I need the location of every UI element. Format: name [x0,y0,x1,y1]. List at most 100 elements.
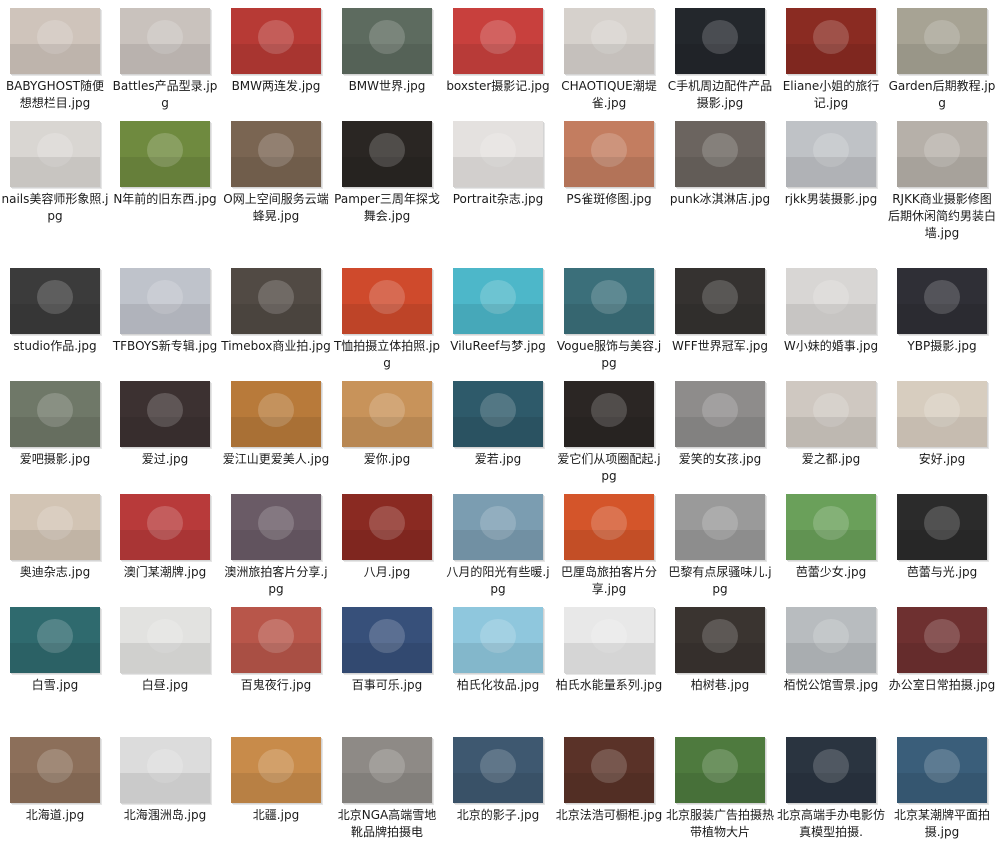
file-name[interactable]: 巴厘岛旅拍客片分享.jpg [554,564,664,598]
file-name[interactable]: 百事可乐.jpg [332,677,442,694]
file-name[interactable]: 爱江山更爱美人.jpg [221,451,331,468]
file-item[interactable]: ViluReef与梦.jpg [443,268,554,355]
file-thumbnail[interactable] [10,268,100,334]
file-thumbnail[interactable] [120,268,210,334]
file-thumbnail[interactable] [786,121,876,187]
file-item[interactable]: Timebox商业拍.jpg [221,268,332,355]
file-thumbnail[interactable] [231,737,321,803]
file-item[interactable]: 芭蕾与光.jpg [887,494,995,581]
file-name[interactable]: 百鬼夜行.jpg [221,677,331,694]
file-name[interactable]: 栢悦公馆雪景.jpg [776,677,886,694]
file-item[interactable]: Battles产品型录.jpg [110,8,221,112]
file-thumbnail[interactable] [10,8,100,74]
file-thumbnail[interactable] [231,381,321,447]
file-name[interactable]: T恤拍摄立体拍照.jpg [332,338,442,372]
file-name[interactable]: nails美容师形象照.jpg [0,191,110,225]
file-name[interactable]: punk冰淇淋店.jpg [665,191,775,208]
file-name[interactable]: 芭蕾少女.jpg [776,564,886,581]
file-name[interactable]: 北京某潮牌平面拍摄.jpg [887,807,995,841]
file-name[interactable]: 白昼.jpg [110,677,220,694]
file-name[interactable]: Battles产品型录.jpg [110,78,220,112]
file-thumbnail[interactable] [120,607,210,673]
file-thumbnail[interactable] [342,737,432,803]
file-item[interactable]: rjkk男装摄影.jpg [776,121,887,208]
file-item[interactable]: 爱江山更爱美人.jpg [221,381,332,468]
file-thumbnail[interactable] [675,494,765,560]
file-item[interactable]: WFF世界冠军.jpg [665,268,776,355]
file-item[interactable]: Pamper三周年探戈舞会.jpg [332,121,443,225]
file-thumbnail[interactable] [342,381,432,447]
file-item[interactable]: nails美容师形象照.jpg [0,121,111,225]
file-thumbnail[interactable] [564,121,654,187]
file-name[interactable]: 北京服装广告拍摄热带植物大片 [665,807,775,841]
file-name[interactable]: 安好.jpg [887,451,995,468]
file-thumbnail[interactable] [786,268,876,334]
file-name[interactable]: Garden后期教程.jpg [887,78,995,112]
file-thumbnail[interactable] [675,8,765,74]
file-item[interactable]: 澳门某潮牌.jpg [110,494,221,581]
file-name[interactable]: rjkk男装摄影.jpg [776,191,886,208]
file-name[interactable]: 柏氏化妆品.jpg [443,677,553,694]
file-thumbnail[interactable] [453,494,543,560]
file-thumbnail[interactable] [786,494,876,560]
file-name[interactable]: 北海道.jpg [0,807,110,824]
file-thumbnail[interactable] [786,607,876,673]
file-name[interactable]: WFF世界冠军.jpg [665,338,775,355]
file-item[interactable]: 爱过.jpg [110,381,221,468]
file-name[interactable]: studio作品.jpg [0,338,110,355]
file-item[interactable]: BMW世界.jpg [332,8,443,95]
file-item[interactable]: 柏氏水能量系列.jpg [554,607,665,694]
file-thumbnail[interactable] [897,8,987,74]
file-name[interactable]: 爱吧摄影.jpg [0,451,110,468]
file-item[interactable]: 北京服装广告拍摄热带植物大片 [665,737,776,841]
file-thumbnail[interactable] [10,381,100,447]
file-item[interactable]: 柏氏化妆品.jpg [443,607,554,694]
file-thumbnail[interactable] [453,268,543,334]
file-item[interactable]: 北京NGA高端雪地靴品牌拍摄电 [332,737,443,841]
file-item[interactable]: 北京的影子.jpg [443,737,554,824]
file-item[interactable]: CHAOTIQUE潮堤雀.jpg [554,8,665,112]
file-item[interactable]: 北海涠洲岛.jpg [110,737,221,824]
file-thumbnail[interactable] [897,607,987,673]
file-name[interactable]: 爱之都.jpg [776,451,886,468]
file-name[interactable]: boxster摄影记.jpg [443,78,553,95]
file-thumbnail[interactable] [231,268,321,334]
file-name[interactable]: 澳门某潮牌.jpg [110,564,220,581]
file-name[interactable]: 白雪.jpg [0,677,110,694]
file-thumbnail[interactable] [120,737,210,803]
file-name[interactable]: 八月的阳光有些暖.jpg [443,564,553,598]
file-thumbnail[interactable] [231,494,321,560]
file-name[interactable]: N年前的旧东西.jpg [110,191,220,208]
file-thumbnail[interactable] [453,607,543,673]
file-item[interactable]: Portrait杂志.jpg [443,121,554,208]
file-thumbnail[interactable] [453,737,543,803]
file-thumbnail[interactable] [786,8,876,74]
file-name[interactable]: 柏氏水能量系列.jpg [554,677,664,694]
file-thumbnail[interactable] [453,121,543,187]
file-item[interactable]: PS雀斑修图.jpg [554,121,665,208]
file-thumbnail[interactable] [342,121,432,187]
file-name[interactable]: PS雀斑修图.jpg [554,191,664,208]
file-thumbnail[interactable] [120,8,210,74]
file-item[interactable]: boxster摄影记.jpg [443,8,554,95]
file-name[interactable]: 办公室日常拍摄.jpg [887,677,995,694]
file-thumbnail[interactable] [120,381,210,447]
file-item[interactable]: 北疆.jpg [221,737,332,824]
file-item[interactable]: 巴黎有点尿骚味儿.jpg [665,494,776,598]
file-name[interactable]: 北疆.jpg [221,807,331,824]
file-thumbnail[interactable] [342,494,432,560]
file-thumbnail[interactable] [342,607,432,673]
file-item[interactable]: 爱若.jpg [443,381,554,468]
file-name[interactable]: 北京法浩可橱柜.jpg [554,807,664,824]
file-name[interactable]: 爱若.jpg [443,451,553,468]
file-item[interactable]: 北海道.jpg [0,737,111,824]
file-item[interactable]: 柏树巷.jpg [665,607,776,694]
file-item[interactable]: Garden后期教程.jpg [887,8,995,112]
file-thumbnail[interactable] [10,737,100,803]
file-thumbnail[interactable] [897,121,987,187]
file-name[interactable]: Vogue服饰与美容.jpg [554,338,664,372]
file-item[interactable]: O网上空间服务云端蜂晃.jpg [221,121,332,225]
file-name[interactable]: 北京NGA高端雪地靴品牌拍摄电 [332,807,442,841]
file-item[interactable]: 栢悦公馆雪景.jpg [776,607,887,694]
file-name[interactable]: 爱笑的女孩.jpg [665,451,775,468]
